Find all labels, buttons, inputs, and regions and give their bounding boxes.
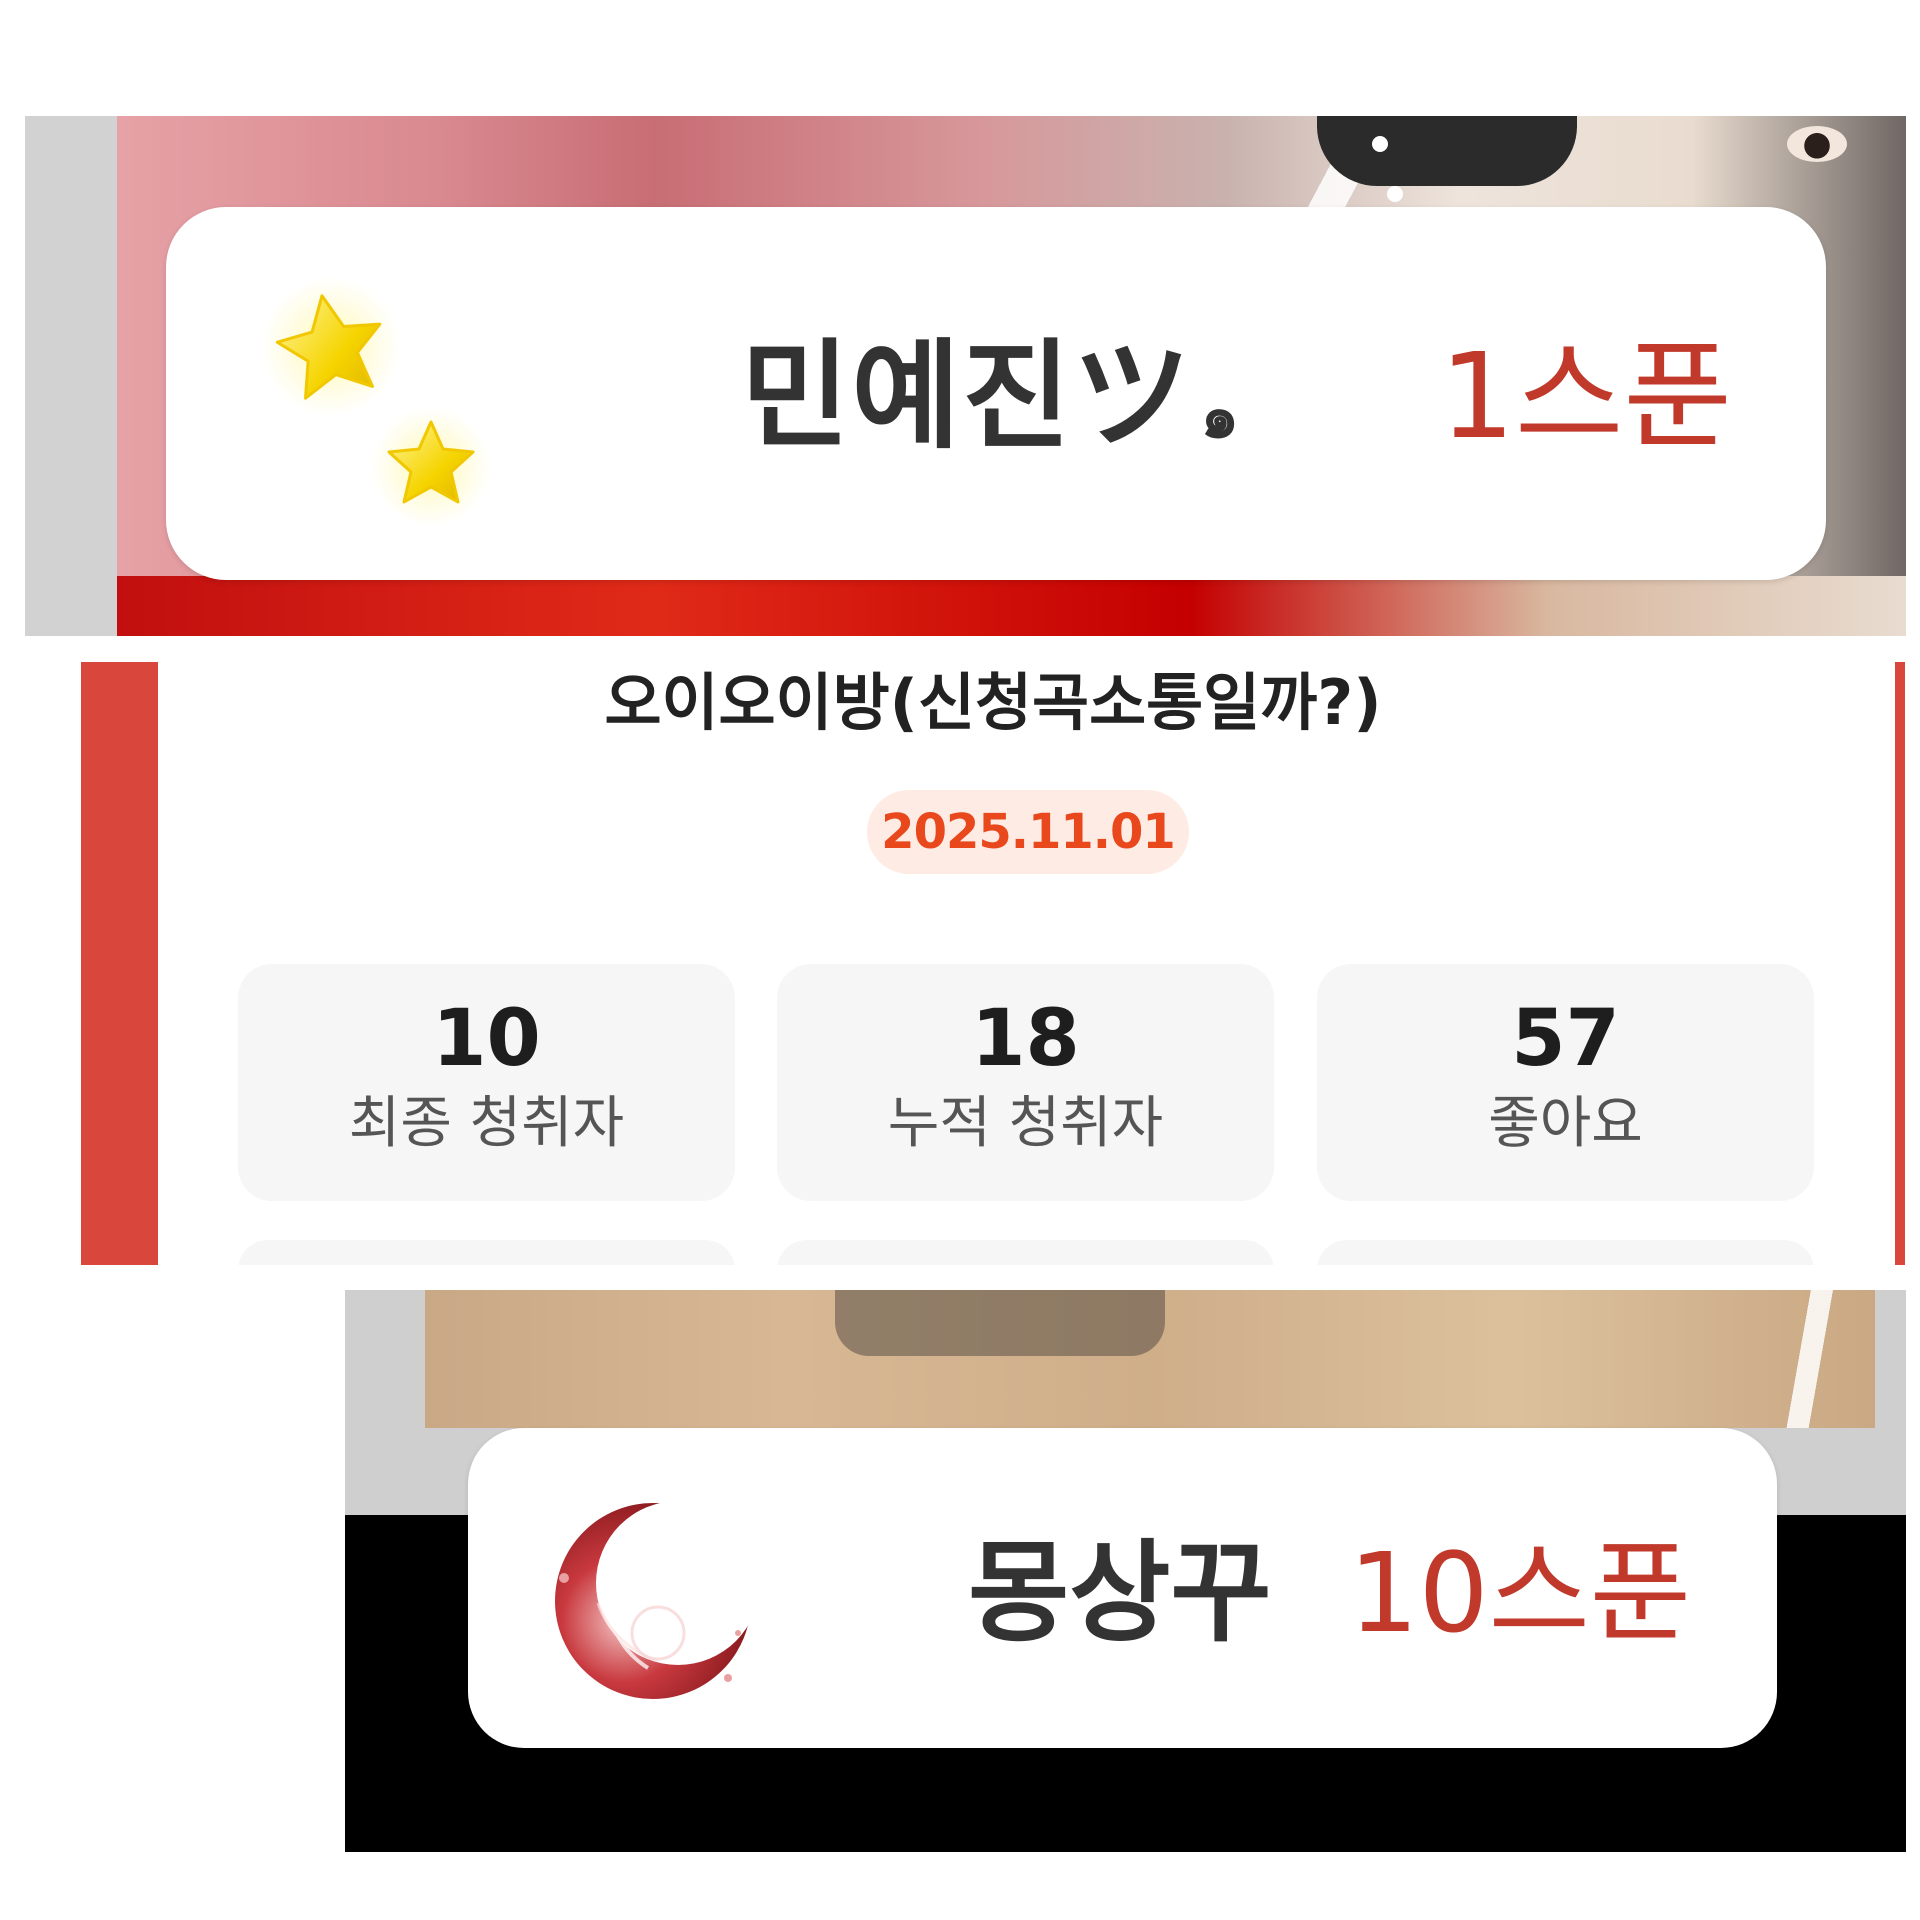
photo-dot: [1387, 186, 1403, 202]
stat-card-peek: [1317, 1240, 1814, 1265]
stat-value: 10: [432, 994, 541, 1084]
donor-name: 민예진ツ๑: [741, 337, 1241, 455]
date-badge: 2025.11.01: [867, 790, 1189, 874]
stat-card-peek: [238, 1240, 735, 1265]
stat-card-total-listeners: 18 누적 청취자: [777, 964, 1274, 1201]
donor-name-text: 민예진ツ: [741, 327, 1193, 465]
donor-name-emoji: ๑: [1200, 382, 1241, 452]
room-title: 오이오이방(신청곡소통일까?): [604, 666, 1382, 739]
donor-card-bottom: 몽상꾸 10스푼: [468, 1428, 1777, 1748]
stat-value: 57: [1511, 994, 1620, 1084]
drag-handle[interactable]: [835, 1290, 1165, 1356]
accent-bar-left: [81, 662, 158, 1265]
stars-icon: [261, 277, 491, 527]
stat-value: 18: [971, 994, 1080, 1084]
top-donation-banner: 민예진ツ๑ 1스푼: [25, 116, 1906, 636]
stat-label: 좋아요: [1488, 1091, 1643, 1156]
stat-card-likes: 57 좋아요: [1317, 964, 1814, 1201]
photo-red-band: [117, 576, 1906, 636]
donor-card-top: 민예진ツ๑ 1스푼: [166, 207, 1826, 580]
spoon-amount: 10스푼: [1348, 1529, 1691, 1657]
bottom-donation-banner: 몽상꾸 10스푼: [345, 1290, 1906, 1852]
stat-card-final-listeners: 10 최종 청취자: [238, 964, 735, 1201]
photo-eye-shape: [1787, 126, 1847, 162]
donor-name: 몽상꾸: [968, 1529, 1272, 1657]
stat-label: 최종 청취자: [348, 1091, 625, 1156]
spoon-amount: 1스푼: [1439, 327, 1732, 465]
accent-bar-right: [1895, 662, 1905, 1265]
photo-dot: [1372, 136, 1388, 152]
broadcast-info-panel: 오이오이방(신청곡소통일까?) 2025.11.01 10 최종 청취자 18 …: [81, 662, 1905, 1265]
stat-card-peek: [777, 1240, 1274, 1265]
stat-label: 누적 청취자: [887, 1091, 1164, 1156]
crescent-moon-icon: [555, 1503, 751, 1699]
photo-hat-shape: [1317, 116, 1577, 186]
